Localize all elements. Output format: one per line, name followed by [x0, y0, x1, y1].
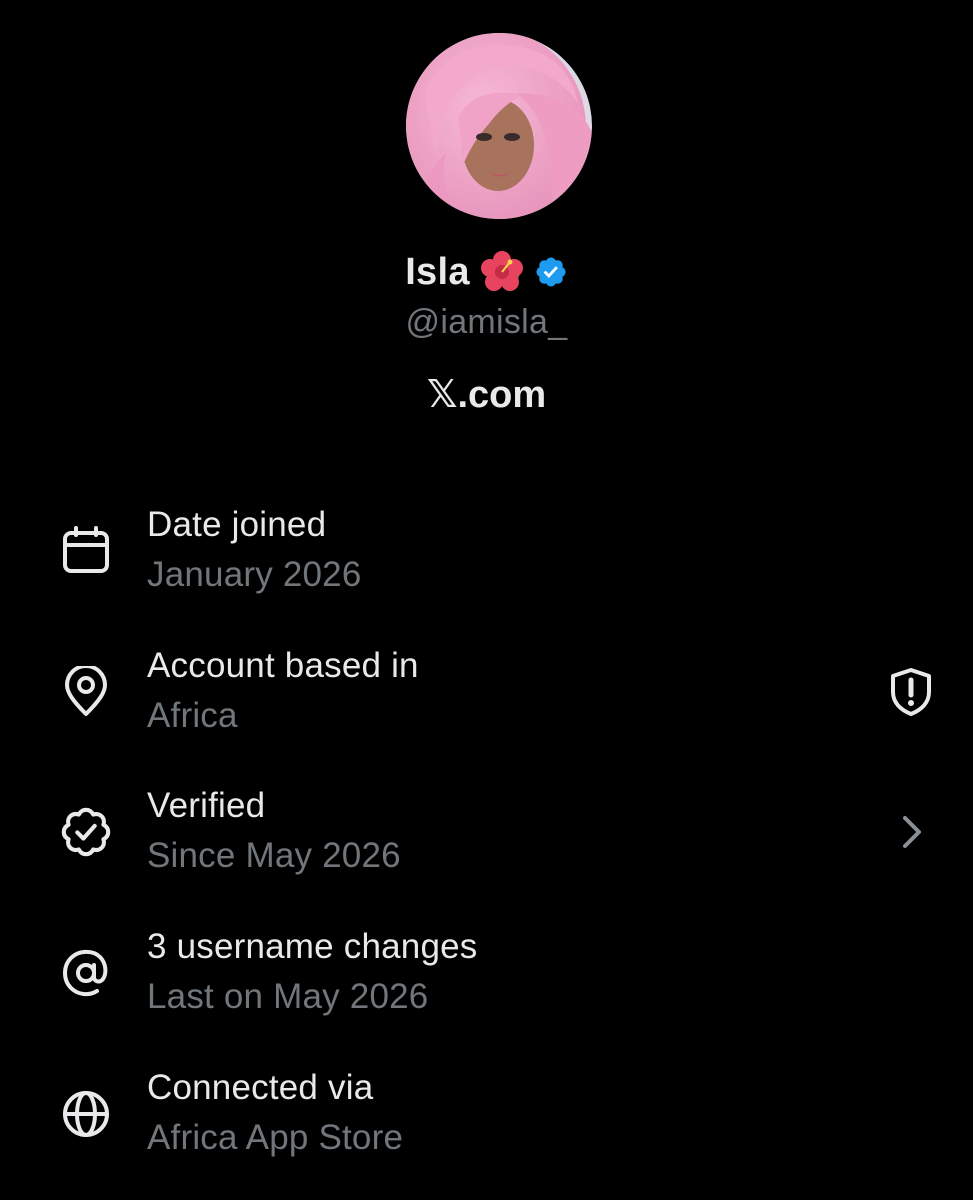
row-title: Date joined — [147, 505, 327, 544]
row-title: Verified — [147, 786, 266, 825]
hibiscus-icon — [480, 250, 524, 294]
verified-badge-icon[interactable] — [534, 255, 568, 289]
row-title: Connected via — [147, 1068, 374, 1107]
row-value: January 2026 — [147, 555, 362, 594]
info-row-verified[interactable]: Verified Since May 2026 — [0, 786, 973, 896]
calendar-icon — [60, 525, 112, 577]
row-value: Africa — [147, 696, 238, 735]
shield-alert-icon[interactable] — [885, 666, 937, 718]
row-title: Account based in — [147, 646, 419, 685]
verified-seal-icon — [60, 806, 112, 858]
avatar-image — [406, 33, 592, 219]
info-row-connected-via: Connected via Africa App Store — [0, 1068, 973, 1178]
profile-name-row: Isla — [0, 246, 973, 298]
site-label: 𝕏.com — [426, 374, 547, 416]
row-value: Africa App Store — [147, 1118, 404, 1157]
info-row-account-location: Account based in Africa — [0, 646, 973, 756]
info-row-date-joined: Date joined January 2026 — [0, 505, 973, 615]
row-value: Last on May 2026 — [147, 977, 429, 1016]
row-value: Since May 2026 — [147, 836, 401, 875]
at-sign-icon — [60, 947, 112, 999]
info-row-username-changes: 3 username changes Last on May 2026 — [0, 927, 973, 1037]
display-name: Isla — [405, 250, 470, 293]
row-title: 3 username changes — [147, 927, 478, 966]
profile-avatar[interactable] — [406, 33, 592, 219]
profile-handle[interactable]: @iamisla_ — [0, 303, 973, 342]
location-pin-icon — [60, 664, 112, 718]
chevron-right-icon[interactable] — [885, 806, 937, 858]
globe-icon — [60, 1088, 112, 1140]
